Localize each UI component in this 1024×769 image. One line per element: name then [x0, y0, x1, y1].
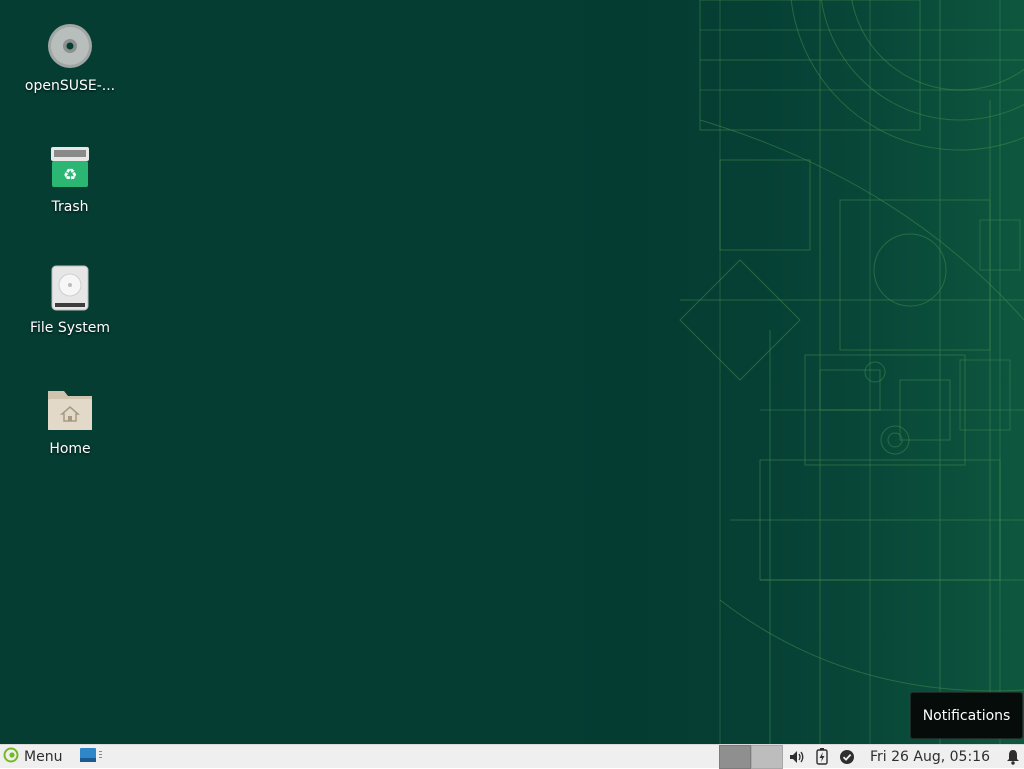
desktop-icon-label: File System [29, 320, 111, 336]
desktop[interactable]: openSUSE-... ♻ Trash File System Home [0, 0, 1024, 744]
bottom-panel: Menu Fri 26 Aug, 05:16 [0, 744, 1024, 769]
notifications-tooltip: Notifications [910, 692, 1023, 739]
application-window-icon [80, 747, 104, 767]
volume-icon[interactable] [786, 745, 808, 769]
workspace-2-button[interactable] [751, 744, 784, 769]
desktop-icon-label: openSUSE-... [24, 78, 116, 94]
optical-disc-icon [46, 22, 94, 70]
home-folder-icon [46, 385, 94, 433]
trash-icon: ♻ [46, 143, 94, 191]
bell-icon[interactable] [1002, 745, 1024, 769]
opensuse-logo-icon [3, 747, 19, 767]
desktop-icon-label: Trash [51, 199, 89, 215]
workspace-1-button[interactable] [719, 744, 752, 769]
desktop-icon-file-system[interactable]: File System [15, 264, 125, 336]
desktop-icon-trash[interactable]: ♻ Trash [15, 143, 125, 215]
battery-icon[interactable] [811, 745, 833, 769]
hard-drive-icon [46, 264, 94, 312]
clock[interactable]: Fri 26 Aug, 05:16 [870, 749, 990, 765]
desktop-icon-opensuse-disc[interactable]: openSUSE-... [15, 22, 125, 94]
menu-label: Menu [24, 748, 63, 765]
menu-button[interactable]: Menu [0, 745, 68, 769]
wallpaper-blueprint-art [560, 0, 1024, 744]
taskbar-window-button[interactable] [80, 745, 104, 769]
desktop-icon-home[interactable]: Home [15, 385, 125, 457]
svg-text:♻: ♻ [63, 165, 77, 184]
desktop-icon-label: Home [49, 441, 91, 457]
updates-check-icon[interactable] [836, 745, 858, 769]
